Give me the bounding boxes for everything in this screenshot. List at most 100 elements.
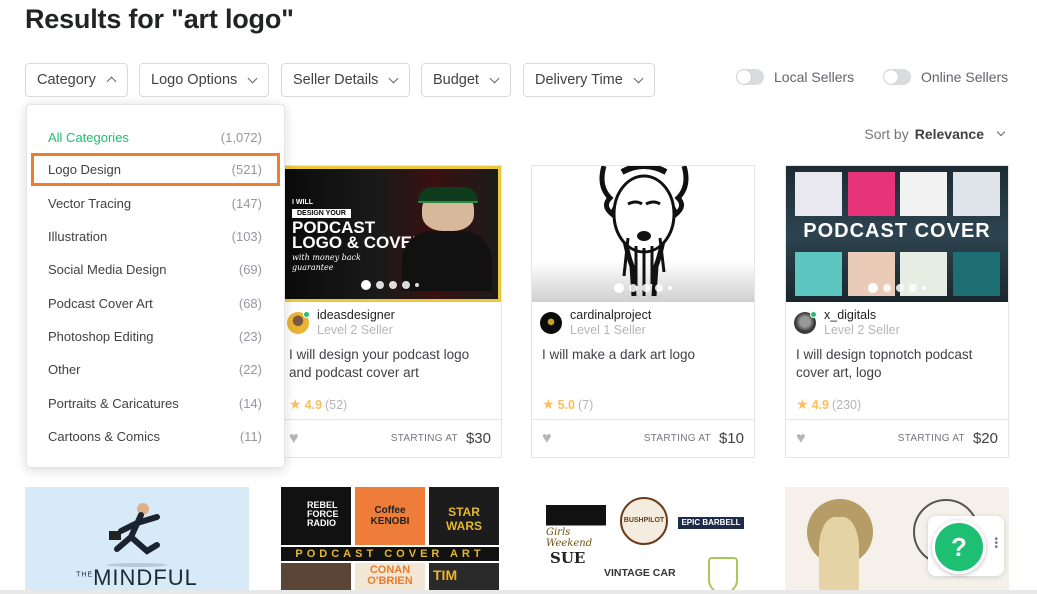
gig-card[interactable]: cardinalproject Level 1 Seller I will ma…	[531, 165, 755, 458]
star-icon: ★	[796, 396, 809, 412]
cover-tile	[900, 172, 947, 216]
filter-logo-options[interactable]: Logo Options	[139, 63, 270, 97]
more-options-icon[interactable]: • • •	[994, 535, 998, 553]
art-nouveau-figure	[819, 517, 859, 594]
cover-tile: Coffee KENOBI	[355, 487, 425, 545]
gig-rating: ★ 5.0 (7)	[542, 396, 593, 413]
help-button[interactable]: ?	[932, 520, 986, 574]
gig-footer: ♥ STARTING AT $20	[786, 419, 1008, 457]
avatar[interactable]	[540, 312, 562, 334]
seller-level: Level 1 Seller	[570, 323, 646, 337]
seller-name[interactable]: ideasdesigner	[317, 308, 395, 323]
seller-info: ideasdesigner Level 2 Seller	[287, 308, 395, 338]
heart-icon[interactable]: ♥	[796, 430, 806, 448]
star-icon: ★	[289, 396, 302, 412]
category-count: (11)	[239, 429, 262, 444]
gig-thumbnail[interactable]	[532, 166, 754, 302]
gig-thumbnail[interactable]: Girls Weekend BUSHPILOT EPIC BARBELL SUE…	[534, 487, 756, 594]
seller-name[interactable]: cardinalproject	[570, 308, 651, 323]
chevron-down-icon	[247, 73, 258, 83]
carousel-dots[interactable]	[786, 283, 1008, 293]
gig-rating: ★ 4.9 (52)	[289, 396, 347, 413]
gig-title[interactable]: I will design your podcast logo and podc…	[289, 346, 494, 382]
category-item-illustration[interactable]: Illustration (103)	[27, 220, 284, 253]
gig-price: $10	[718, 430, 744, 447]
filter-label: Category	[37, 72, 96, 88]
category-dropdown: All Categories (1,072) Logo Design (521)…	[26, 104, 285, 468]
seller-info: x_digitals Level 2 Seller	[794, 308, 900, 338]
filter-budget[interactable]: Budget	[421, 63, 511, 97]
gig-card[interactable]: PODCAST COVER x_digitals Level 2 Seller …	[785, 165, 1009, 458]
chevron-up-icon	[106, 76, 117, 87]
horizontal-scrollbar[interactable]	[0, 590, 1037, 594]
toggle-label: Online Sellers	[921, 69, 1009, 85]
gig-thumbnail[interactable]: REBEL FORCE RADIO Coffee KENOBI STAR WAR…	[281, 487, 499, 594]
filter-label: Budget	[433, 72, 479, 88]
category-name: Vector Tracing	[48, 196, 132, 211]
toggle-switch[interactable]	[883, 69, 911, 85]
avatar[interactable]	[794, 311, 817, 334]
category-item-social-media-design[interactable]: Social Media Design (69)	[27, 253, 284, 286]
thumb-text: with money back guarantee	[292, 253, 361, 272]
online-sellers-toggle[interactable]: Online Sellers	[883, 69, 1008, 85]
gig-title[interactable]: I will design topnotch podcast cover art…	[796, 346, 1001, 382]
category-name: Cartoons & Comics	[48, 429, 160, 444]
gig-rating: ★ 4.9 (230)	[796, 396, 861, 413]
seller-level: Level 2 Seller	[824, 323, 900, 337]
online-indicator	[810, 311, 817, 318]
category-item-all[interactable]: All Categories (1,072)	[27, 121, 284, 154]
category-item-vector-tracing[interactable]: Vector Tracing (147)	[27, 187, 284, 220]
category-count: (69)	[238, 262, 262, 277]
gig-card[interactable]: I WILL DESIGN YOUR PODCAST LOGO & COVER …	[278, 165, 502, 458]
cover-tile: REBEL FORCE RADIO	[281, 487, 351, 545]
page-title: Results for "art logo"	[25, 4, 294, 34]
heart-icon[interactable]: ♥	[542, 430, 552, 448]
category-name: Podcast Cover Art	[48, 296, 153, 311]
heart-icon[interactable]: ♥	[289, 430, 299, 448]
toggle-label: Local Sellers	[774, 69, 855, 85]
category-name: Illustration	[48, 229, 108, 244]
chevron-down-icon	[633, 73, 644, 83]
local-sellers-toggle[interactable]: Local Sellers	[736, 69, 854, 85]
seller-name[interactable]: x_digitals	[824, 308, 900, 323]
filter-label: Delivery Time	[535, 72, 623, 88]
review-count: (7)	[577, 397, 594, 412]
running-man-image	[107, 503, 167, 567]
category-item-other[interactable]: Other (22)	[27, 353, 284, 386]
carousel-dots[interactable]	[532, 283, 754, 293]
logo-sample: BUSHPILOT	[620, 497, 668, 545]
filter-seller-details[interactable]: Seller Details	[281, 63, 411, 97]
logo-sample: EPIC BARBELL	[678, 517, 744, 529]
category-count: (521)	[231, 162, 262, 177]
category-name: Portraits & Caricatures	[48, 396, 179, 411]
gig-title[interactable]: I will make a dark art logo	[542, 346, 747, 364]
gig-thumbnail[interactable]: PODCAST COVER	[786, 166, 1008, 302]
category-item-portraits-caricatures[interactable]: Portraits & Caricatures (14)	[27, 387, 284, 420]
carousel-dots[interactable]	[282, 280, 498, 290]
category-item-photoshop-editing[interactable]: Photoshop Editing (23)	[27, 320, 284, 353]
category-count: (1,072)	[220, 130, 262, 145]
rating-score: 4.9	[304, 397, 322, 412]
gig-thumbnail[interactable]: I WILL DESIGN YOUR PODCAST LOGO & COVER …	[279, 166, 501, 302]
category-item-podcast-cover-art[interactable]: Podcast Cover Art (68)	[27, 287, 284, 320]
starting-at-label: STARTING AT	[643, 433, 711, 444]
sort-dropdown[interactable]: Sort by Relevance	[864, 126, 1006, 142]
filter-delivery-time[interactable]: Delivery Time	[523, 63, 655, 97]
rating-score: 4.9	[811, 397, 829, 412]
filter-label: Logo Options	[151, 72, 238, 88]
logo-sample: SUE	[550, 549, 586, 567]
starting-at-label: STARTING AT	[390, 433, 458, 444]
cap-image	[418, 187, 478, 203]
category-count: (23)	[238, 329, 262, 344]
cover-tile	[848, 172, 895, 216]
avatar[interactable]	[287, 311, 310, 334]
gig-thumbnail[interactable]: THEMINDFUL	[25, 487, 249, 594]
seller-info: cardinalproject Level 1 Seller	[540, 308, 651, 338]
category-item-cartoons-comics[interactable]: Cartoons & Comics (11)	[27, 420, 284, 453]
category-name: Photoshop Editing	[48, 329, 154, 344]
toggle-switch[interactable]	[736, 69, 764, 85]
filter-category[interactable]: Category	[25, 63, 128, 97]
category-item-logo-design[interactable]: Logo Design (521)	[31, 153, 280, 186]
thumb-banner-text: PODCAST COVER	[803, 220, 991, 242]
category-count: (22)	[238, 362, 262, 377]
